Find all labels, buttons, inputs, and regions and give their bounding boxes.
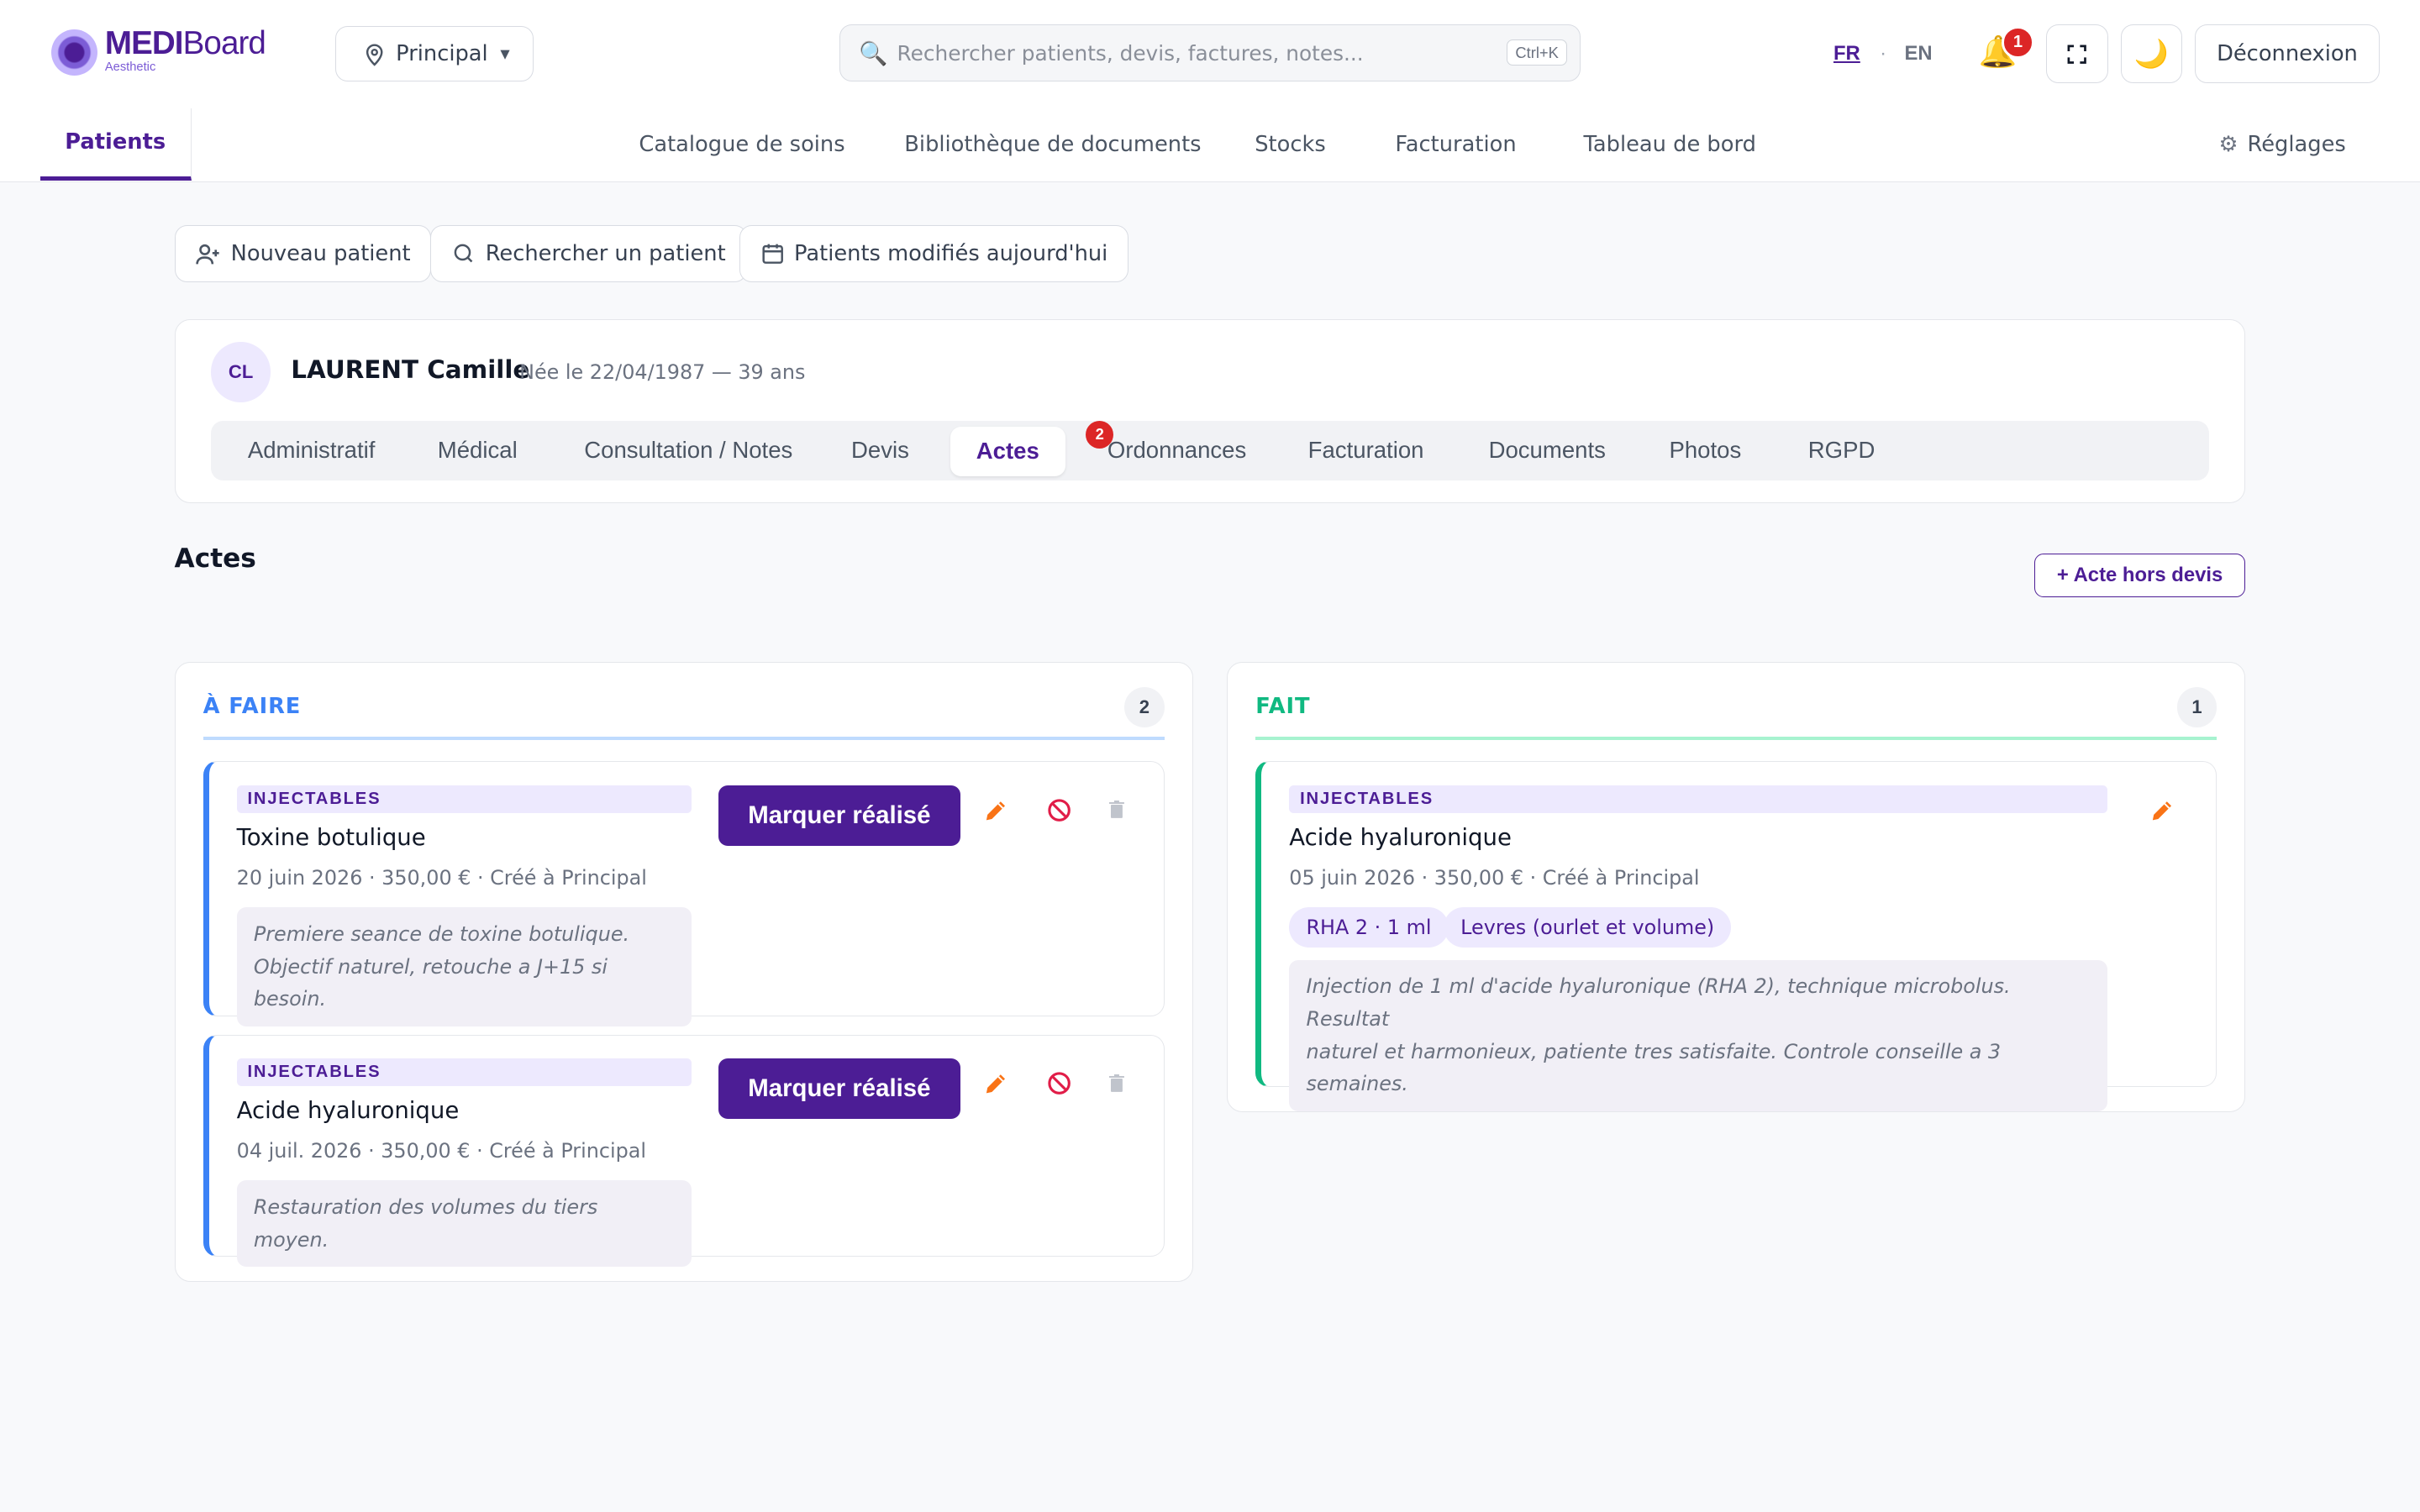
act-title: Acide hyaluronique — [1289, 823, 1512, 851]
notification-count-badge: 1 — [2002, 26, 2034, 59]
act-category: INJECTABLES — [236, 785, 692, 814]
act-chip: RHA 2 · 1 ml — [1289, 907, 1449, 948]
gear-icon: ⚙ — [2218, 131, 2238, 157]
tab-actes[interactable]: Actes — [950, 426, 1066, 476]
logout-button[interactable]: Déconnexion — [2194, 24, 2381, 84]
language-en[interactable]: EN — [1904, 42, 1932, 66]
act-category: INJECTABLES — [1289, 785, 2107, 814]
tab-documents[interactable]: Documents — [1489, 421, 1606, 481]
act-meta: 20 juin 2026 · 350,00 € · Créé à Princip… — [236, 865, 647, 890]
modified-today-label: Patients modifiés aujourd'hui — [794, 241, 1108, 267]
search-patient-label: Rechercher un patient — [485, 241, 726, 267]
tab-devis[interactable]: Devis — [851, 421, 909, 481]
brand-name: MEDIBoard — [104, 25, 266, 62]
todo-count-badge: 2 — [1123, 687, 1165, 728]
fullscreen-button[interactable] — [2046, 24, 2108, 84]
forbidden-icon — [1048, 1072, 1071, 1095]
act-card: INJECTABLES Acide hyaluronique 05 juin 2… — [1255, 761, 2217, 1111]
patient-name: LAURENT Camille — [291, 355, 530, 385]
main-nav: Patients Catalogue de soins Bibliothèque… — [0, 108, 2420, 182]
act-chip: Levres (ourlet et volume) — [1443, 907, 1732, 948]
act-category: INJECTABLES — [236, 1058, 692, 1087]
done-count-badge: 1 — [2176, 687, 2217, 728]
search-shortcut-hint: Ctrl+K — [1507, 39, 1568, 66]
moon-icon: 🌙 — [2133, 37, 2169, 71]
nav-item-catalogue[interactable]: Catalogue de soins — [639, 108, 844, 181]
nav-item-stocks[interactable]: Stocks — [1255, 108, 1326, 181]
language-fr[interactable]: FR — [1833, 42, 1860, 66]
nav-item-billing[interactable]: Facturation — [1395, 108, 1516, 181]
global-search-input[interactable]: 🔍 Rechercher patients, devis, factures, … — [839, 24, 1581, 82]
tab-facturation[interactable]: Facturation — [1308, 421, 1424, 481]
patient-avatar: CL — [210, 341, 271, 402]
nav-item-documents-library[interactable]: Bibliothèque de documents — [904, 108, 1201, 181]
tab-consultation-notes[interactable]: Consultation / Notes — [584, 421, 792, 481]
tab-rgpd[interactable]: RGPD — [1808, 421, 1876, 481]
search-icon: 🔍 — [859, 39, 888, 67]
todo-column: À FAIRE 2 INJECTABLES Toxine botulique 2… — [174, 661, 1193, 1283]
new-patient-button[interactable]: Nouveau patient — [174, 225, 432, 283]
act-meta: 04 juil. 2026 · 350,00 € · Créé à Princi… — [236, 1138, 646, 1163]
act-card: INJECTABLES Acide hyaluronique 04 juil. … — [203, 1034, 1165, 1268]
done-column: FAIT 1 INJECTABLES Acide hyaluronique 05… — [1227, 661, 2246, 1113]
add-act-outside-quote-button[interactable]: + Acte hors devis — [2033, 554, 2246, 597]
act-meta: 05 juin 2026 · 350,00 € · Créé à Princip… — [1289, 865, 1700, 890]
delete-act-button[interactable] — [1101, 795, 1132, 826]
mark-done-button[interactable]: Marquer réalisé — [718, 1058, 961, 1119]
tab-medical[interactable]: Médical — [438, 421, 518, 481]
mark-done-button[interactable]: Marquer réalisé — [718, 785, 961, 846]
edit-act-button[interactable] — [2147, 795, 2178, 826]
location-pin-icon — [366, 44, 383, 66]
todo-column-title: À FAIRE — [203, 693, 302, 719]
nav-item-patients[interactable]: Patients — [39, 108, 192, 181]
brand-subtitle: Aesthetic — [104, 60, 156, 75]
trash-icon — [1108, 1074, 1124, 1092]
nav-item-settings[interactable]: ⚙ Réglages — [2218, 108, 2345, 181]
act-note: Injection de 1 ml d'acide hyaluronique (… — [1289, 959, 2107, 1111]
act-note: Premiere seance de toxine botulique. Obj… — [236, 907, 692, 1026]
done-column-title: FAIT — [1255, 693, 1311, 719]
tab-ordonnances[interactable]: Ordonnances — [1107, 421, 1246, 481]
act-title: Acide hyaluronique — [236, 1097, 460, 1125]
forbidden-icon — [1048, 799, 1071, 822]
tab-administratif[interactable]: Administratif — [248, 421, 376, 481]
patient-birth-info: Née le 22/04/1987 — 39 ans — [519, 360, 806, 384]
pencil-icon — [986, 801, 1005, 821]
cancel-act-button[interactable] — [1044, 795, 1075, 826]
search-placeholder: Rechercher patients, devis, factures, no… — [897, 40, 1364, 66]
done-divider — [1255, 737, 2217, 740]
tab-photos[interactable]: Photos — [1669, 421, 1741, 481]
site-selector[interactable]: Principal ▼ — [334, 26, 534, 82]
cancel-act-button[interactable] — [1044, 1068, 1075, 1099]
fullscreen-icon — [2068, 45, 2087, 64]
settings-label: Réglages — [2247, 131, 2346, 157]
logo-mark-icon — [50, 29, 97, 76]
pencil-icon — [986, 1074, 1005, 1094]
act-title: Toxine botulique — [236, 823, 426, 851]
user-plus-icon — [196, 244, 220, 264]
site-selector-value: Principal — [396, 41, 488, 67]
app-logo[interactable]: MEDIBoard Aesthetic — [50, 25, 266, 76]
patient-header-card: CL LAURENT Camille Née le 22/04/1987 — 3… — [174, 319, 2246, 503]
todo-divider — [203, 737, 1165, 740]
calendar-icon — [762, 244, 783, 265]
top-bar: MEDIBoard Aesthetic Principal ▼ 🔍 Recher… — [0, 0, 2420, 108]
edit-act-button[interactable] — [981, 795, 1012, 826]
search-patient-button[interactable]: Rechercher un patient — [430, 225, 747, 283]
language-separator: · — [1880, 41, 1887, 65]
chevron-down-icon: ▼ — [500, 46, 510, 61]
section-title: Actes — [174, 543, 256, 574]
patient-tabs: Administratif Médical Consultation / Not… — [210, 420, 2210, 481]
dark-mode-toggle[interactable]: 🌙 — [2120, 24, 2183, 84]
act-note: Restauration des volumes du tiers moyen. — [236, 1180, 692, 1268]
nav-item-dashboard[interactable]: Tableau de bord — [1583, 108, 1755, 181]
edit-act-button[interactable] — [981, 1068, 1012, 1099]
search-icon — [454, 244, 473, 263]
modified-today-button[interactable]: Patients modifiés aujourd'hui — [739, 225, 1129, 283]
new-patient-label: Nouveau patient — [230, 241, 411, 267]
act-card: INJECTABLES Toxine botulique 20 juin 202… — [203, 761, 1165, 1026]
trash-icon — [1108, 801, 1124, 819]
pencil-icon — [2153, 801, 2172, 821]
delete-act-button[interactable] — [1101, 1068, 1132, 1099]
